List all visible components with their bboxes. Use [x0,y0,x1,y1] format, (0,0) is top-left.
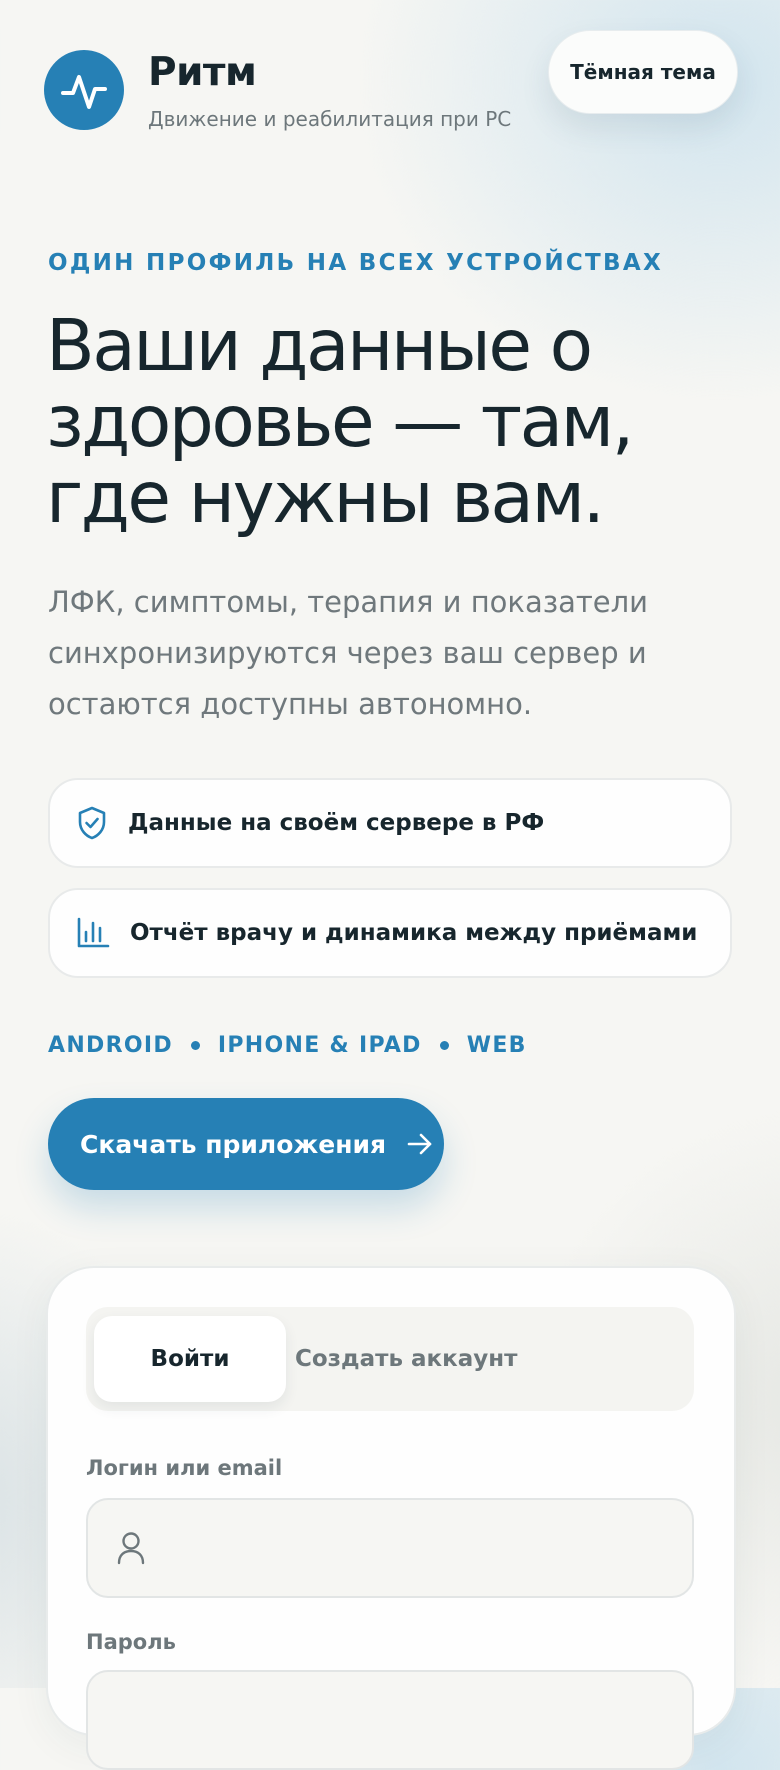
login-label: Логин или email [86,1456,283,1480]
login-input[interactable] [162,1534,646,1562]
feature-server: Данные на своём сервере в РФ [48,778,732,868]
platform-ios: IPHONE & IPAD [217,1033,422,1058]
headline-line: здоровье — там, [46,380,634,463]
theme-toggle-button[interactable]: Тёмная тема [548,30,738,114]
shield-check-icon [78,806,106,840]
feature-label: Отчёт врачу и динамика между приёмами [130,920,698,946]
brand-subtitle: Движение и реабилитация при РС [148,107,512,131]
brand-name: Ритм [148,50,257,95]
separator-dot [190,1041,200,1050]
bar-chart-icon [77,917,110,948]
separator-dot [439,1041,449,1050]
hero-eyebrow: ОДИН ПРОФИЛЬ НА ВСЕХ УСТРОЙСТВАХ [48,250,664,276]
feature-report: Отчёт врачу и динамика между приёмами [48,888,732,978]
platform-android: ANDROID [48,1033,173,1058]
tab-login[interactable]: Войти [94,1316,286,1402]
feature-label: Данные на своём сервере в РФ [128,810,545,836]
user-icon [117,1532,145,1565]
hero-headline: Ваши данные о здоровье — там, где нужны … [46,308,746,536]
tab-register[interactable]: Создать аккаунт [295,1316,518,1402]
arrow-right-icon [407,1133,432,1155]
platform-web: WEB [466,1033,527,1058]
download-label: Скачать приложения [80,1129,387,1159]
pulse-icon [61,75,107,109]
password-field[interactable] [86,1670,694,1770]
platform-list: ANDROID IPHONE & IPAD WEB [48,1033,527,1058]
password-input[interactable] [132,1706,616,1734]
password-label: Пароль [86,1630,176,1654]
login-field[interactable] [86,1498,694,1598]
app-logo [44,50,124,130]
hero-lead: ЛФК, симптомы, терапия и показатели синх… [48,585,649,721]
headline-line: Ваши данные о [46,304,593,387]
headline-line: где нужны вам. [46,456,605,539]
download-apps-button[interactable]: Скачать приложения [48,1098,444,1190]
